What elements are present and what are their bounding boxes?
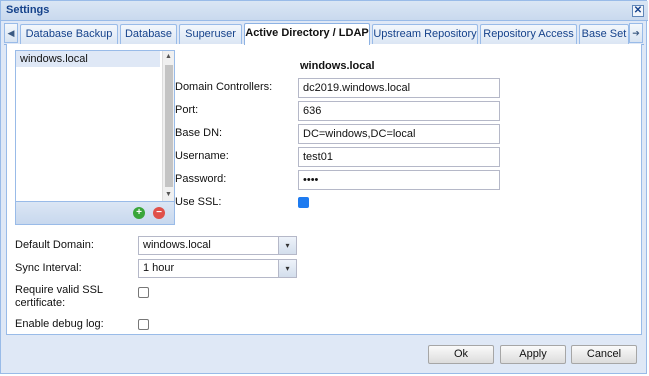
dialog-title: Settings xyxy=(6,4,50,16)
use-ssl-label: Use SSL: xyxy=(175,196,222,208)
add-circle-icon[interactable]: + xyxy=(133,207,145,219)
arrow-right-icon[interactable]: ➔ xyxy=(629,23,643,43)
require-ssl-label-line2: certificate: xyxy=(15,297,66,309)
debug-log-checkbox[interactable] xyxy=(138,319,149,330)
list-toolbar: + − xyxy=(16,201,174,224)
title-bar[interactable]: Settings ✕ xyxy=(1,1,648,21)
domain-heading: windows.local xyxy=(300,60,375,72)
sync-interval-label: Sync Interval: xyxy=(15,262,82,274)
sync-interval-value: 1 hour xyxy=(143,262,175,274)
password-field[interactable] xyxy=(298,170,500,190)
default-domain-value: windows.local xyxy=(143,239,211,251)
ok-button[interactable]: Ok xyxy=(428,345,494,364)
password-label: Password: xyxy=(175,173,227,185)
scroll-down-icon[interactable]: ▼ xyxy=(163,189,174,201)
scroll-up-icon[interactable]: ▲ xyxy=(163,51,174,63)
tab-superuser[interactable]: Superuser xyxy=(179,24,242,44)
username-field[interactable] xyxy=(298,147,500,167)
tab-repository-access[interactable]: Repository Access xyxy=(480,24,577,44)
sync-interval-select[interactable]: 1 hour ▾ xyxy=(138,259,297,278)
tab-base-settings[interactable]: Base Set xyxy=(579,24,629,44)
domain-controllers-field[interactable] xyxy=(298,78,500,98)
base-dn-label: Base DN: xyxy=(175,127,223,139)
debug-log-label: Enable debug log: xyxy=(15,318,104,330)
port-field[interactable] xyxy=(298,101,500,121)
tab-active-directory-ldap[interactable]: Active Directory / LDAP xyxy=(244,23,370,45)
close-icon[interactable]: ✕ xyxy=(632,5,644,17)
arrow-left-icon[interactable]: ◀ xyxy=(4,23,18,43)
list-item[interactable]: windows.local xyxy=(16,51,160,67)
require-ssl-checkbox[interactable] xyxy=(138,287,149,298)
tab-strip: ◀ Database Backup Database Superuser Act… xyxy=(4,23,644,45)
tab-database-backup[interactable]: Database Backup xyxy=(20,24,118,44)
settings-dialog: Settings ✕ ◀ Database Backup Database Su… xyxy=(0,0,648,374)
chevron-down-icon[interactable]: ▾ xyxy=(278,237,296,254)
chevron-down-icon[interactable]: ▾ xyxy=(278,260,296,277)
domain-list: windows.local ▲ ▼ + − xyxy=(15,50,175,225)
require-ssl-label-line1: Require valid SSL xyxy=(15,284,104,296)
cancel-button[interactable]: Cancel xyxy=(571,345,637,364)
scroll-thumb[interactable] xyxy=(165,65,173,187)
use-ssl-checkbox[interactable] xyxy=(298,197,309,208)
remove-circle-icon[interactable]: − xyxy=(153,207,165,219)
base-dn-field[interactable] xyxy=(298,124,500,144)
domain-controllers-label: Domain Controllers: xyxy=(175,81,273,93)
ldap-panel: windows.local ▲ ▼ + − windows.local Doma… xyxy=(6,44,642,335)
username-label: Username: xyxy=(175,150,229,162)
list-scrollbar[interactable]: ▲ ▼ xyxy=(162,51,174,201)
tab-database[interactable]: Database xyxy=(120,24,177,44)
default-domain-select[interactable]: windows.local ▾ xyxy=(138,236,297,255)
tab-upstream-repository[interactable]: Upstream Repository xyxy=(372,24,478,44)
default-domain-label: Default Domain: xyxy=(15,239,94,251)
port-label: Port: xyxy=(175,104,199,116)
apply-button[interactable]: Apply xyxy=(500,345,566,364)
